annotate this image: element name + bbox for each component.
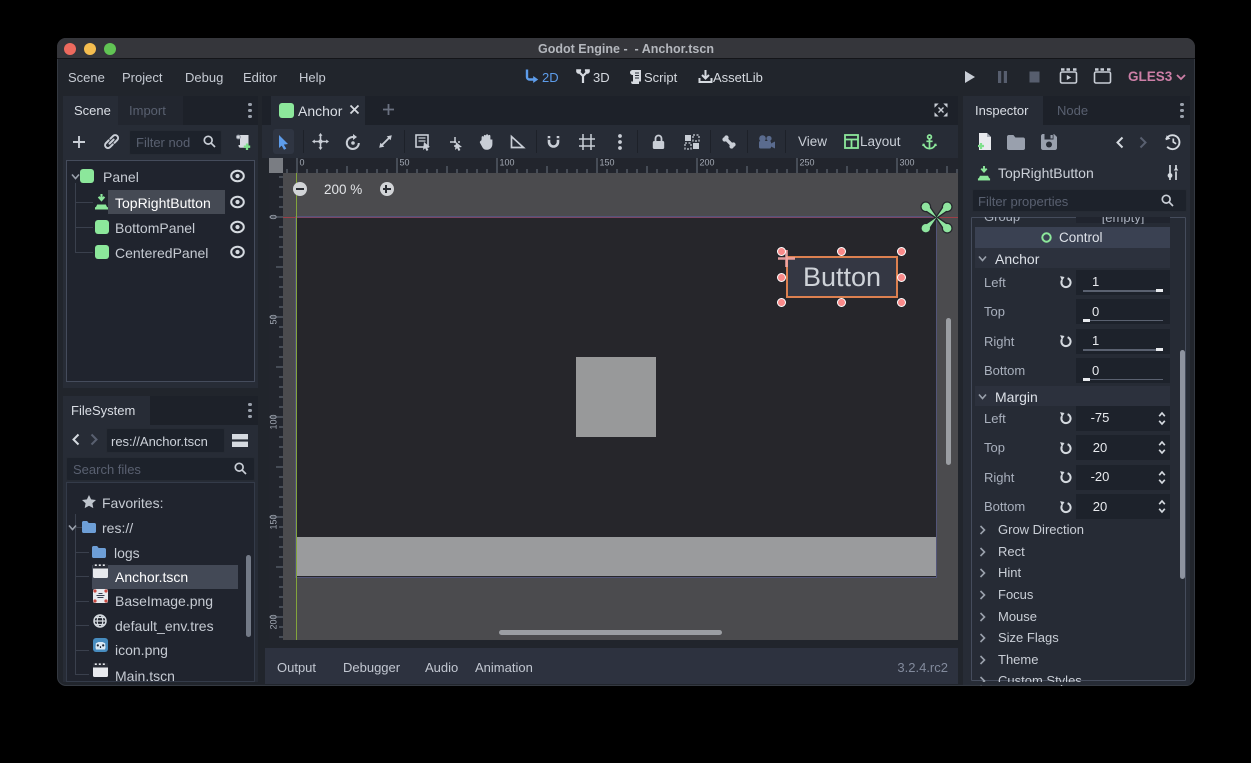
svg-text:100: 100 xyxy=(269,415,279,430)
svg-text:50: 50 xyxy=(269,315,279,325)
svg-text:200: 200 xyxy=(269,615,279,630)
svg-text:150: 150 xyxy=(600,158,615,168)
svg-text:0: 0 xyxy=(269,215,279,220)
svg-text:50: 50 xyxy=(400,158,410,168)
svg-text:300: 300 xyxy=(900,158,915,168)
svg-text:100: 100 xyxy=(500,158,515,168)
svg-text:250: 250 xyxy=(800,158,815,168)
svg-text:0: 0 xyxy=(300,158,305,168)
svg-text:150: 150 xyxy=(269,515,279,530)
svg-text:200: 200 xyxy=(700,158,715,168)
